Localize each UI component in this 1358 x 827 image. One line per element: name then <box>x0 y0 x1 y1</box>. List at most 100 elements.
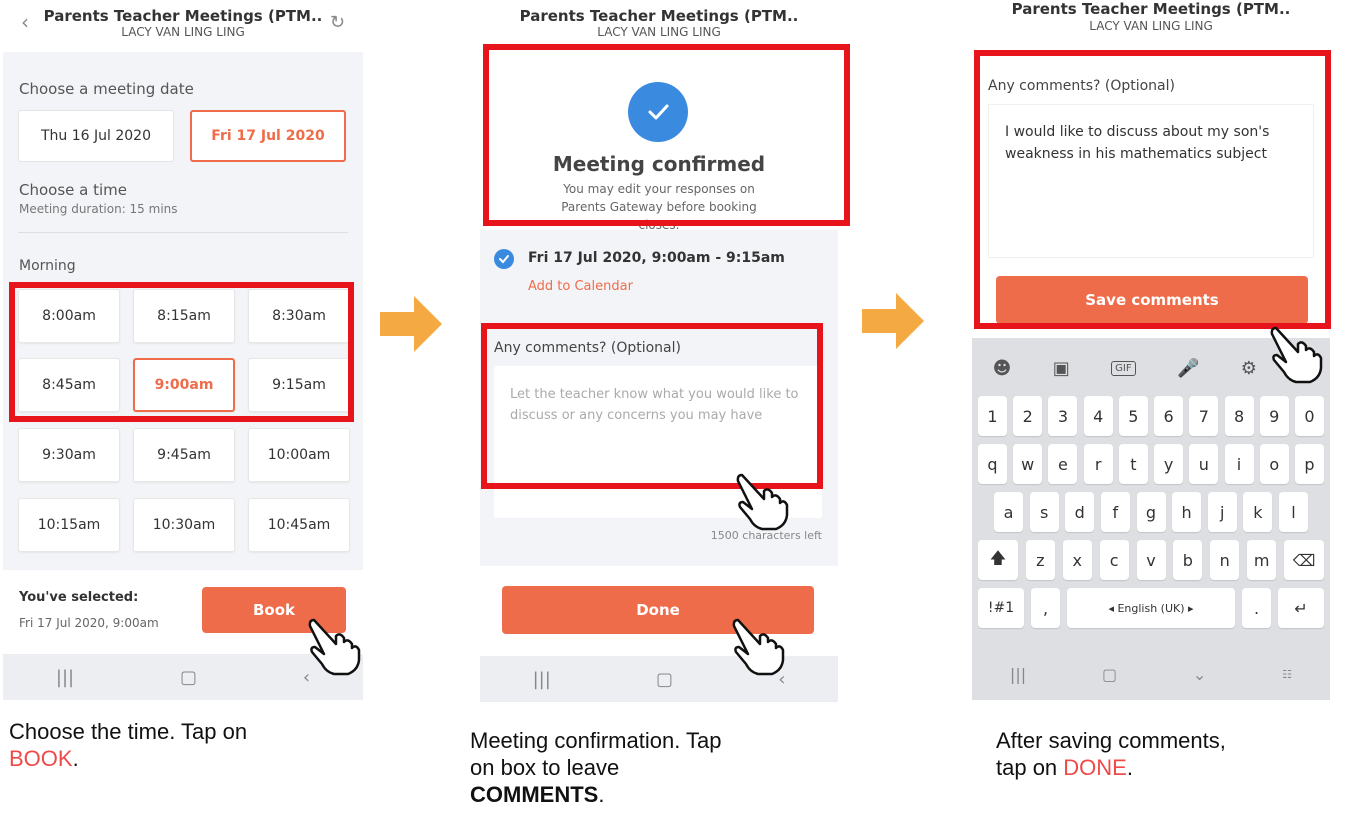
time-slot[interactable]: 8:45am <box>18 358 120 412</box>
time-slot[interactable]: 9:15am <box>248 358 350 412</box>
key[interactable]: o <box>1259 444 1289 484</box>
check-icon <box>628 82 688 142</box>
gif-icon[interactable]: GIF <box>1111 360 1136 376</box>
key[interactable]: a <box>994 492 1023 532</box>
key[interactable]: h <box>1172 492 1202 532</box>
time-slot[interactable]: 10:00am <box>248 428 350 482</box>
choose-date-label: Choose a meeting date <box>19 80 194 98</box>
recents-icon[interactable]: ||| <box>56 667 74 688</box>
key[interactable]: 3 <box>1048 396 1078 436</box>
time-slot[interactable]: 9:30am <box>18 428 120 482</box>
keyboard-row-4: !#1 , ◂ English (UK) ▸ . ↵ <box>978 588 1324 628</box>
time-slot-selected[interactable]: 9:00am <box>133 358 235 412</box>
key[interactable]: w <box>1013 444 1043 484</box>
caption-text: Choose the time. Tap on <box>9 719 248 744</box>
key[interactable]: t <box>1118 444 1148 484</box>
key[interactable]: n <box>1210 540 1240 580</box>
caption-step-3: After saving comments, tap on DONE. <box>996 727 1226 781</box>
key[interactable]: x <box>1062 540 1092 580</box>
time-slot[interactable]: 9:45am <box>133 428 235 482</box>
sticker-icon[interactable]: ▣ <box>1053 358 1070 379</box>
key[interactable]: z <box>1025 540 1055 580</box>
backspace-icon[interactable]: ⌫ <box>1284 540 1324 580</box>
keyboard-row-3: 🡅 z x c v b n m ⌫ <box>978 540 1324 580</box>
key[interactable]: r <box>1083 444 1113 484</box>
key[interactable]: 7 <box>1189 396 1219 436</box>
settings-icon[interactable]: ⚙ <box>1241 358 1257 379</box>
system-nav-bar: ||| ▢ ⌄ ☷ <box>972 648 1330 700</box>
key[interactable]: v <box>1136 540 1166 580</box>
time-slot[interactable]: 8:30am <box>248 289 350 343</box>
soft-keyboard: ☻ ▣ GIF 🎤 ⚙ T 1 2 3 4 5 6 7 8 9 0 q w e … <box>972 338 1330 700</box>
key[interactable]: k <box>1243 492 1273 532</box>
time-slot[interactable]: 8:00am <box>18 289 120 343</box>
time-slot[interactable]: 8:15am <box>133 289 235 343</box>
key[interactable]: i <box>1224 444 1254 484</box>
key[interactable]: d <box>1065 492 1095 532</box>
caption-text: tap on <box>996 755 1064 780</box>
key[interactable]: f <box>1100 492 1130 532</box>
header-title: Parents Teacher Meetings (PTM.. <box>519 7 799 25</box>
period-key[interactable]: . <box>1242 588 1271 628</box>
time-slot[interactable]: 10:30am <box>133 498 235 552</box>
recents-icon[interactable]: ||| <box>533 669 551 690</box>
home-icon[interactable]: ▢ <box>180 667 197 688</box>
key[interactable]: 0 <box>1294 396 1324 436</box>
space-bar[interactable]: ◂ English (UK) ▸ <box>1067 588 1235 628</box>
key[interactable]: m <box>1247 540 1277 580</box>
booking-slot: Fri 17 Jul 2020, 9:00am - 9:15am <box>528 250 785 266</box>
key[interactable]: 2 <box>1013 396 1043 436</box>
confirmation-card: Meeting confirmed You may edit your resp… <box>480 42 838 232</box>
keyboard-row-2: a s d f g h j k l <box>994 492 1308 532</box>
shift-icon[interactable]: 🡅 <box>978 540 1018 580</box>
add-to-calendar-link[interactable]: Add to Calendar <box>528 279 633 294</box>
hide-keyboard-icon[interactable]: ⌄ <box>1193 665 1206 684</box>
phone-screen-confirmation: Parents Teacher Meetings (PTM.. LACY VAN… <box>480 0 838 702</box>
caption-text: After saving comments, <box>996 728 1226 753</box>
key[interactable]: 9 <box>1259 396 1289 436</box>
key[interactable]: y <box>1154 444 1184 484</box>
date-option-thu[interactable]: Thu 16 Jul 2020 <box>18 110 174 162</box>
key[interactable]: u <box>1189 444 1219 484</box>
caption-step-1: Choose the time. Tap on BOOK. <box>9 718 247 772</box>
date-option-fri[interactable]: Fri 17 Jul 2020 <box>190 110 346 162</box>
mic-icon[interactable]: 🎤 <box>1177 358 1199 379</box>
symbols-key[interactable]: !#1 <box>978 588 1024 628</box>
comments-textarea[interactable]: I would like to discuss about my son's w… <box>988 104 1314 258</box>
recents-icon[interactable]: ||| <box>1010 665 1026 684</box>
caption-bold: COMMENTS <box>470 782 599 807</box>
key[interactable]: p <box>1294 444 1324 484</box>
key[interactable]: b <box>1173 540 1203 580</box>
keyboard-switch-icon[interactable]: ☷ <box>1282 668 1292 681</box>
key[interactable]: 4 <box>1083 396 1113 436</box>
key[interactable]: e <box>1048 444 1078 484</box>
header-title: Parents Teacher Meetings (PTM.. <box>1011 0 1291 18</box>
keyboard-row-numbers: 1 2 3 4 5 6 7 8 9 0 <box>978 396 1324 436</box>
keyboard-row-1: q w e r t y u i o p <box>978 444 1324 484</box>
key[interactable]: l <box>1279 492 1308 532</box>
caption-period: . <box>1126 755 1133 780</box>
hand-pointer-icon <box>1270 326 1323 384</box>
key[interactable]: 6 <box>1154 396 1184 436</box>
app-header: Parents Teacher Meetings (PTM.. LACY VAN… <box>480 0 838 42</box>
key[interactable]: q <box>978 444 1007 484</box>
key[interactable]: s <box>1029 492 1059 532</box>
time-slot[interactable]: 10:45am <box>248 498 350 552</box>
save-comments-button[interactable]: Save comments <box>996 276 1308 324</box>
key[interactable]: 1 <box>978 396 1007 436</box>
key[interactable]: c <box>1099 540 1129 580</box>
home-icon[interactable]: ▢ <box>656 669 673 690</box>
home-icon[interactable]: ▢ <box>1102 665 1117 684</box>
caption-text: on box to leave <box>470 755 620 780</box>
key[interactable]: j <box>1207 492 1237 532</box>
key[interactable]: 5 <box>1118 396 1148 436</box>
enter-icon[interactable]: ↵ <box>1278 588 1324 628</box>
refresh-icon[interactable]: ↻ <box>330 12 345 33</box>
emoji-icon[interactable]: ☻ <box>993 358 1012 379</box>
comma-key[interactable]: , <box>1031 588 1060 628</box>
key[interactable]: 8 <box>1224 396 1254 436</box>
confirmed-note: You may edit your responses on Parents G… <box>561 182 757 232</box>
time-slot[interactable]: 10:15am <box>18 498 120 552</box>
key[interactable]: g <box>1136 492 1166 532</box>
caption-period: . <box>598 782 605 807</box>
